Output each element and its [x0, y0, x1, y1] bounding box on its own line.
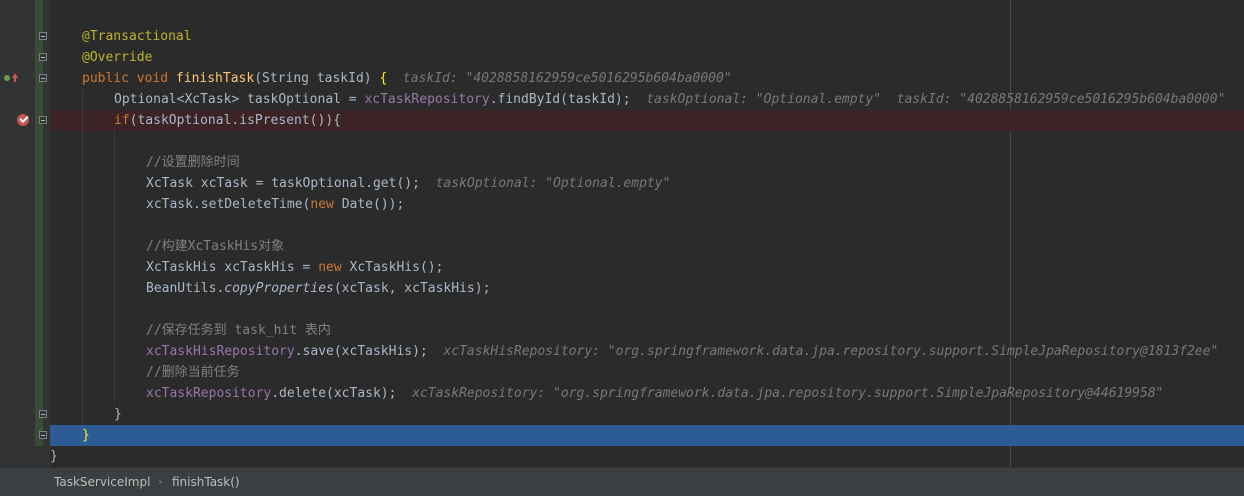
indent-guide	[114, 131, 115, 404]
code-line[interactable]: xcTaskRepository.delete(xcTask); xcTaskR…	[50, 383, 1244, 404]
fold-marker[interactable]	[39, 116, 47, 124]
code-line[interactable]: @Transactional	[50, 26, 1244, 47]
implements-method-icon[interactable]	[4, 73, 18, 83]
code-token: }	[50, 449, 58, 464]
indent-guide	[82, 89, 83, 425]
debug-inline-value: taskOptional: "Optional.empty"	[419, 176, 671, 191]
code-token: @Transactional	[82, 29, 192, 44]
code-line[interactable]: Optional<XcTask> taskOptional = xcTaskRe…	[50, 89, 1244, 110]
code-line[interactable]: XcTask xcTask = taskOptional.get(); task…	[50, 173, 1244, 194]
code-text: public void finishTask(String taskId) { …	[82, 68, 732, 89]
debug-inline-value: taskId: "4028858162959ce5016295b604ba000…	[387, 71, 732, 86]
vcs-change-marker[interactable]	[35, 0, 43, 446]
execution-point-line[interactable]: }	[50, 425, 1244, 446]
code-token: BeanUtils.	[146, 281, 225, 296]
code-line[interactable]: }	[50, 404, 1244, 425]
code-text: }	[82, 425, 90, 446]
fold-marker[interactable]	[39, 74, 47, 82]
code-line[interactable]: @Override	[50, 47, 1244, 68]
code-token: xcTaskHisRepository	[146, 344, 295, 359]
code-token: finishTask	[175, 71, 255, 86]
code-token: if	[114, 113, 130, 128]
code-line[interactable]	[50, 131, 1244, 152]
code-text: xcTaskHisRepository.save(xcTaskHis); xcT…	[146, 341, 1218, 362]
code-line[interactable]: xcTask.setDeleteTime(new Date());	[50, 194, 1244, 215]
code-text: XcTaskHis xcTaskHis = new XcTaskHis();	[146, 257, 443, 278]
code-token: XcTask xcTask = taskOptional.get();	[146, 176, 420, 191]
fold-marker[interactable]	[39, 431, 47, 439]
code-text: if(taskOptional.isPresent()){	[114, 110, 341, 131]
code-token: //设置删除时间	[146, 155, 240, 170]
code-text: xcTaskRepository.delete(xcTask); xcTaskR…	[146, 383, 1163, 404]
breakpoint-line[interactable]: if(taskOptional.isPresent()){	[50, 110, 1244, 131]
code-line[interactable]: xcTaskHisRepository.save(xcTaskHis); xcT…	[50, 341, 1244, 362]
debug-inline-value: taskOptional: "Optional.empty" taskId: "…	[630, 92, 1226, 107]
code-text: //保存任务到 task_hit 表内	[146, 320, 331, 341]
code-token: //保存任务到 task_hit 表内	[146, 323, 331, 338]
breakpoint-verified-icon[interactable]	[17, 114, 29, 126]
code-line[interactable]: BeanUtils.copyProperties(xcTask, xcTaskH…	[50, 278, 1244, 299]
code-token: .findById(taskId);	[489, 92, 631, 107]
code-line[interactable]: XcTaskHis xcTaskHis = new XcTaskHis();	[50, 257, 1244, 278]
fold-marker[interactable]	[39, 32, 47, 40]
code-text: @Override	[82, 47, 152, 68]
code-token: //删除当前任务	[146, 365, 240, 380]
breadcrumb-separator-icon: ›	[158, 475, 163, 488]
breadcrumb-class[interactable]: TaskServiceImpl	[54, 474, 150, 490]
code-editor[interactable]: @Transactional @Override public void finis…	[0, 0, 1244, 467]
code-token: Optional<XcTask> taskOptional =	[114, 92, 365, 107]
code-token: }	[114, 407, 122, 422]
code-token: XcTaskHis();	[349, 260, 444, 275]
code-text: //构建XcTaskHis对象	[146, 236, 284, 257]
debug-inline-value: xcTaskHisRepository: "org.springframewor…	[427, 344, 1219, 359]
code-token: Date());	[341, 197, 405, 212]
code-token: public void	[82, 71, 176, 86]
code-token: new	[310, 197, 342, 212]
code-text: //设置删除时间	[146, 152, 240, 173]
code-token: xcTask.setDeleteTime(	[146, 197, 311, 212]
code-token: xcTaskRepository	[364, 92, 490, 107]
code-line[interactable]: //设置删除时间	[50, 152, 1244, 173]
debug-inline-value: xcTaskRepository: "org.springframework.d…	[396, 386, 1164, 401]
code-token: @Override	[82, 50, 153, 65]
code-line[interactable]	[50, 299, 1244, 320]
code-text: //删除当前任务	[146, 362, 240, 383]
code-text: XcTask xcTask = taskOptional.get(); task…	[146, 173, 670, 194]
code-token: (xcTask, xcTaskHis);	[333, 281, 491, 296]
code-token: (String taskId)	[254, 71, 380, 86]
code-text: BeanUtils.copyProperties(xcTask, xcTaskH…	[146, 278, 490, 299]
code-token: .delete(xcTask);	[271, 386, 397, 401]
breadcrumb-method[interactable]: finishTask()	[172, 474, 240, 490]
code-line[interactable]: //构建XcTaskHis对象	[50, 236, 1244, 257]
code-text: }	[114, 404, 122, 425]
fold-marker[interactable]	[39, 53, 47, 61]
code-token: //构建XcTaskHis对象	[146, 239, 285, 254]
code-token: .save(xcTaskHis);	[294, 344, 428, 359]
code-text: xcTask.setDeleteTime(new Date());	[146, 194, 404, 215]
breadcrumb: TaskServiceImpl › finishTask()	[0, 467, 1244, 496]
code-line[interactable]: //删除当前任务	[50, 362, 1244, 383]
code-text: Optional<XcTask> taskOptional = xcTaskRe…	[114, 89, 1225, 110]
code-text: }	[50, 446, 58, 467]
code-token: xcTaskRepository	[146, 386, 272, 401]
code-line[interactable]: //保存任务到 task_hit 表内	[50, 320, 1244, 341]
editor-gutter[interactable]	[0, 0, 50, 467]
code-token: (taskOptional.isPresent()){	[129, 113, 341, 128]
code-line[interactable]	[50, 215, 1244, 236]
code-token: copyProperties	[224, 281, 334, 296]
code-token: new	[318, 260, 350, 275]
code-line[interactable]: }	[50, 446, 1244, 467]
code-token: }	[82, 428, 90, 443]
code-line[interactable]: public void finishTask(String taskId) { …	[50, 68, 1244, 89]
code-text: @Transactional	[82, 26, 192, 47]
fold-marker[interactable]	[39, 410, 47, 418]
code-token: XcTaskHis xcTaskHis =	[146, 260, 319, 275]
